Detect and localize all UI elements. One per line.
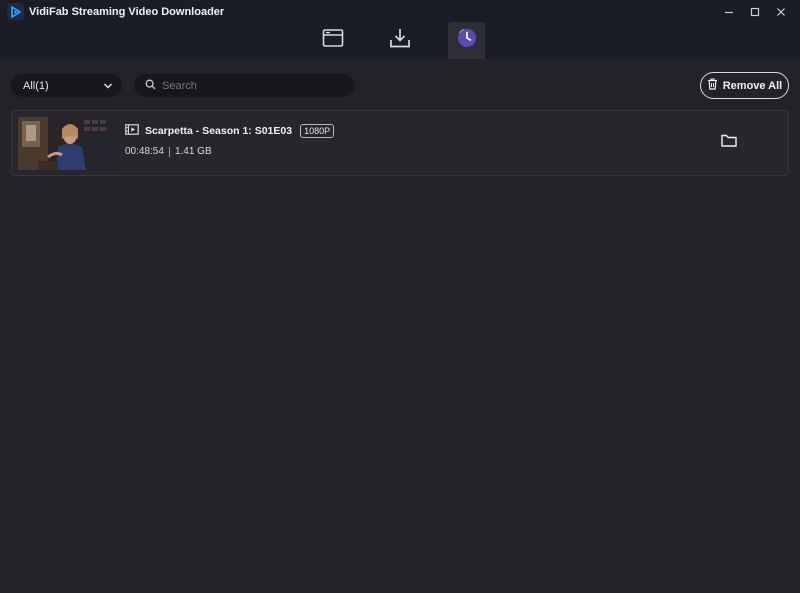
filter-dropdown[interactable]: All(1) <box>11 74 122 97</box>
quality-badge: 1080P <box>300 124 335 138</box>
search-box[interactable] <box>134 74 355 97</box>
title-bar: VidiFab Streaming Video Downloader <box>0 0 800 59</box>
meta-divider <box>168 146 170 157</box>
file-size: 1.41 GB <box>174 146 212 157</box>
video-title: Scarpetta - Season 1: S01E03 <box>145 125 293 137</box>
open-folder-button[interactable] <box>720 134 738 152</box>
folder-icon <box>721 134 737 152</box>
video-duration: 00:48:54 <box>125 146 164 157</box>
video-thumbnail[interactable] <box>18 117 115 170</box>
maximize-icon[interactable] <box>744 4 766 20</box>
search-icon <box>145 77 156 95</box>
remove-all-label: Remove All <box>722 79 783 92</box>
search-input[interactable] <box>162 79 345 92</box>
video-file-icon <box>125 122 139 140</box>
trash-icon <box>707 78 718 93</box>
minimize-icon[interactable] <box>718 4 740 20</box>
item-meta: 00:48:54 1.41 GB <box>125 146 212 157</box>
filter-selected-value: All(1) <box>23 79 49 92</box>
chevron-down-icon <box>103 77 113 95</box>
item-title-row: Scarpetta - Season 1: S01E03 1080P <box>125 122 335 140</box>
remove-all-button[interactable]: Remove All <box>700 72 789 99</box>
app-logo <box>7 3 24 20</box>
history-icon <box>456 27 478 54</box>
window-controls <box>718 4 792 20</box>
tab-browser[interactable] <box>314 22 351 59</box>
tab-history[interactable] <box>448 22 485 59</box>
browser-icon <box>322 28 344 53</box>
close-icon[interactable] <box>770 4 792 20</box>
history-item[interactable]: Scarpetta - Season 1: S01E03 1080P 00:48… <box>11 110 789 176</box>
download-icon <box>389 27 411 54</box>
app-title: VidiFab Streaming Video Downloader <box>29 6 225 18</box>
tab-downloading[interactable] <box>381 22 418 59</box>
